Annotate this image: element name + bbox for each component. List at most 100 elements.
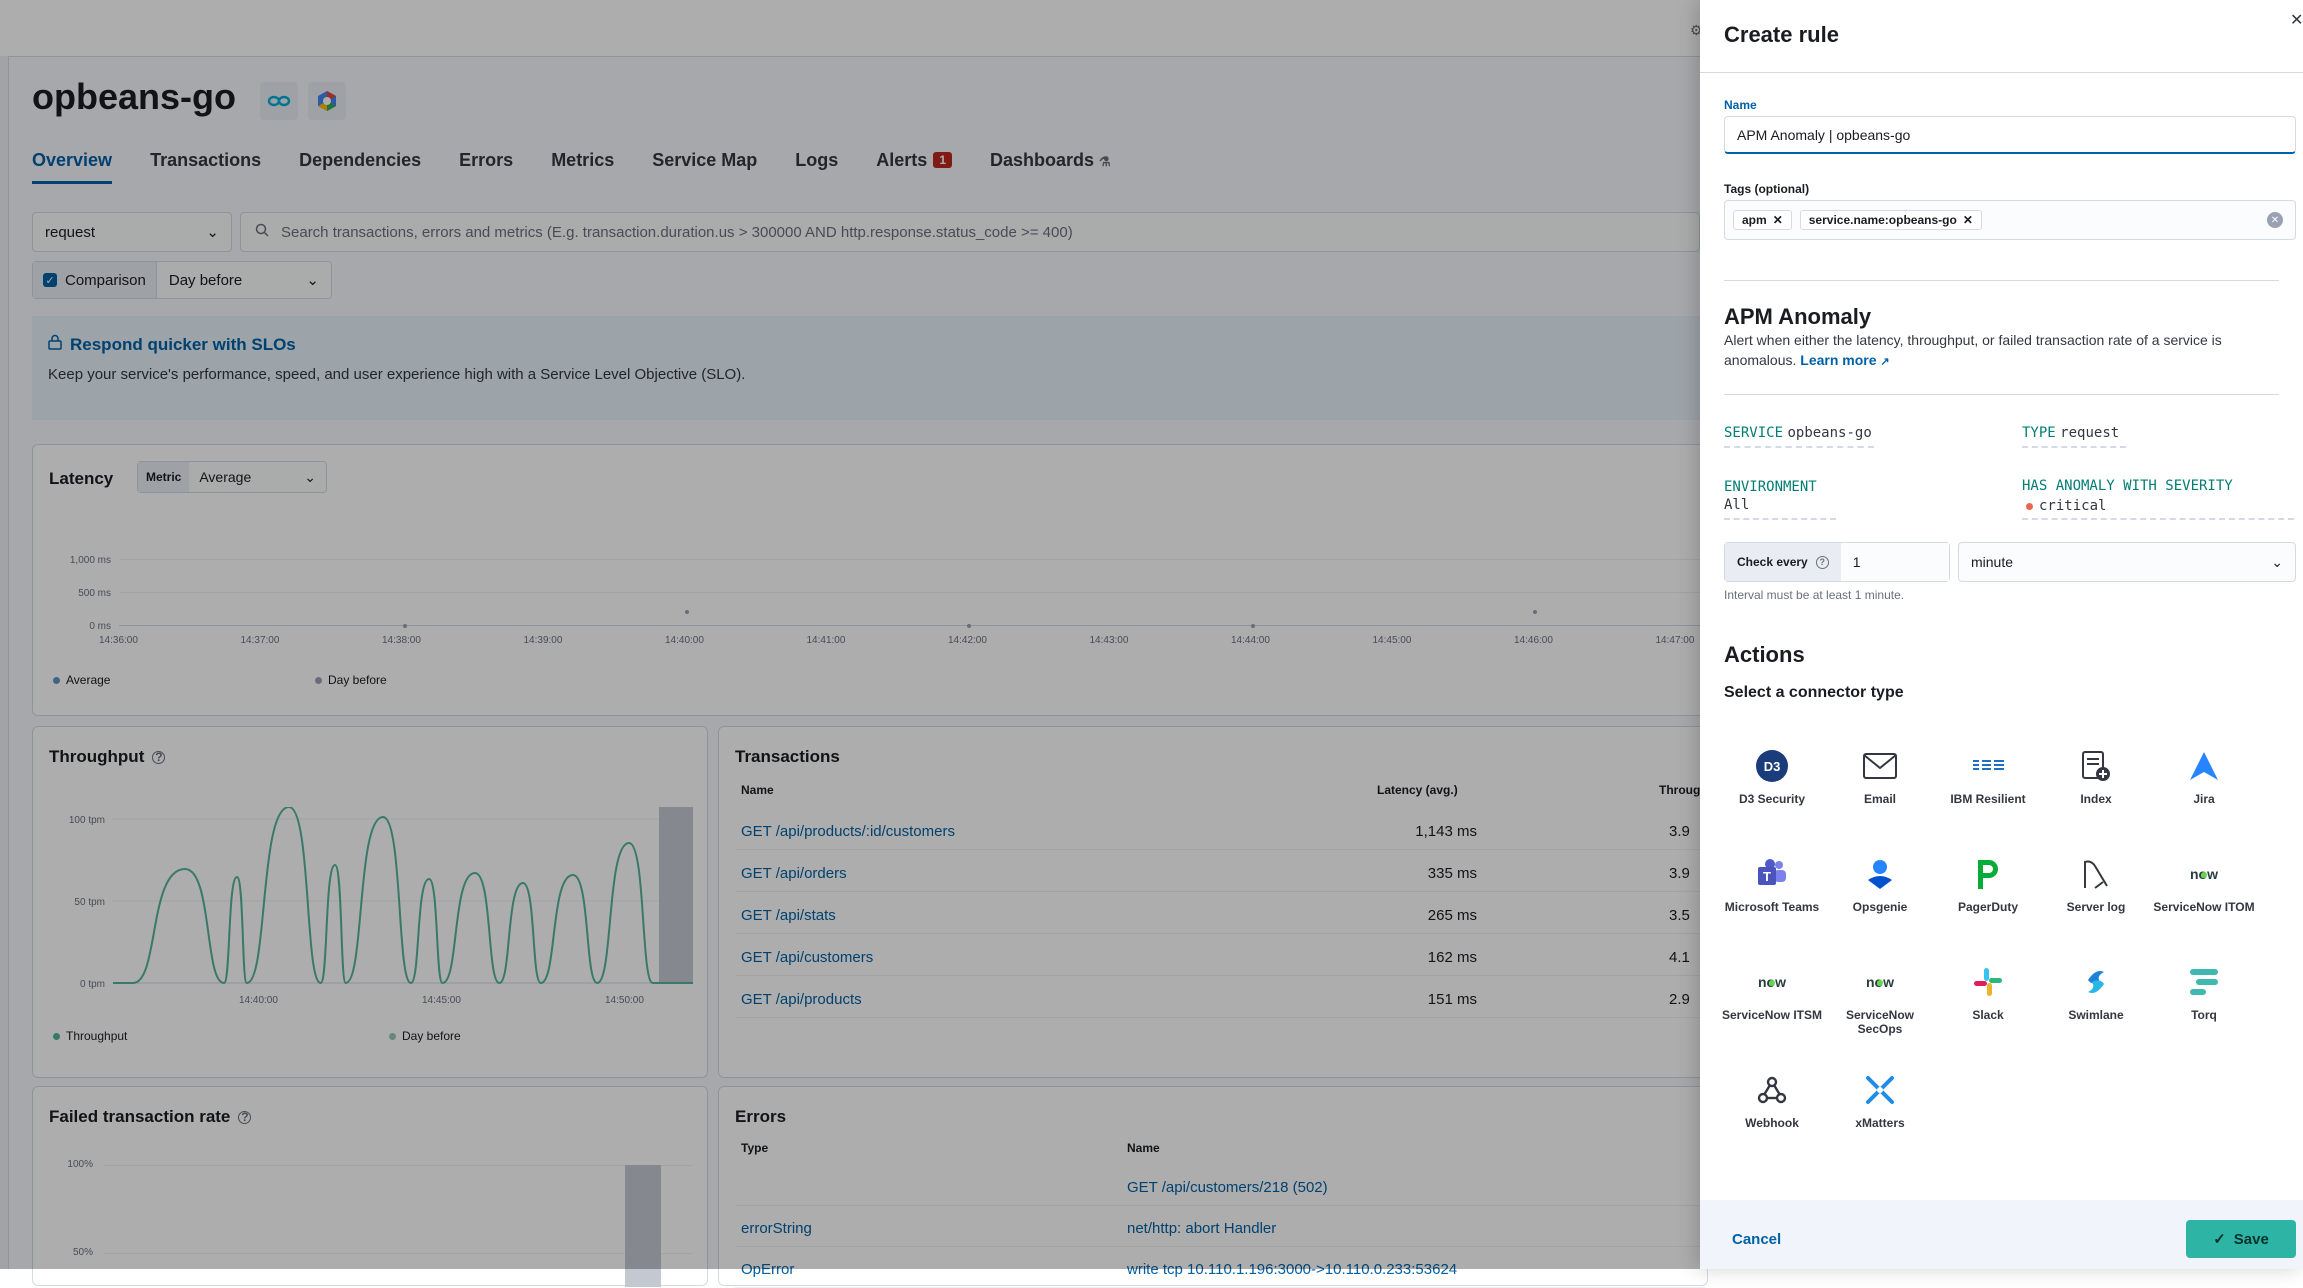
- connector-card[interactable]: Index: [2042, 748, 2150, 806]
- microsoft-teams-icon: T: [1754, 856, 1790, 892]
- rule-name-input[interactable]: APM Anomaly | opbeans-go: [1724, 116, 2296, 154]
- close-icon[interactable]: ✕: [1963, 213, 1973, 227]
- connector-label: ServiceNow ITSM: [1721, 1008, 1823, 1022]
- server-log-icon: [2078, 856, 2114, 892]
- connector-label: ServiceNow ITOM: [2153, 900, 2255, 914]
- tag-pill: service.name:opbeans-go ✕: [1799, 210, 1982, 230]
- check-unit-select[interactable]: minute ⌄: [1958, 542, 2296, 582]
- connector-card[interactable]: T Microsoft Teams: [1718, 856, 1826, 914]
- connector-card[interactable]: Opsgenie: [1826, 856, 1934, 914]
- connector-card[interactable]: now ServiceNow ITOM: [2150, 856, 2258, 914]
- opsgenie-icon: [1862, 856, 1898, 892]
- tag-pill: apm ✕: [1733, 210, 1792, 230]
- connector-label: IBM Resilient: [1950, 792, 2026, 806]
- svg-text:T: T: [1763, 869, 1771, 884]
- connector-label: Microsoft Teams: [1724, 900, 1820, 914]
- expr-key: SERVICE: [1724, 425, 1784, 441]
- question-icon[interactable]: ?: [1815, 555, 1829, 569]
- check-every-group: Check every ? 1: [1724, 542, 1950, 582]
- expr-key: TYPE: [2022, 425, 2056, 441]
- connector-label: Torq: [2191, 1008, 2217, 1022]
- expression-severity[interactable]: HAS ANOMALY WITH SEVERITY critical: [2022, 478, 2294, 520]
- learn-more-link[interactable]: Learn more ↗: [1800, 352, 1889, 368]
- connector-label: PagerDuty: [1957, 900, 2019, 914]
- cancel-button[interactable]: Cancel: [1732, 1231, 1781, 1248]
- connector-label: Index: [2080, 792, 2112, 806]
- connector-card[interactable]: Torq: [2150, 964, 2258, 1022]
- jira-icon: [2186, 748, 2222, 784]
- connector-label: Server log: [2066, 900, 2126, 914]
- create-rule-flyout: Create rule ✕ Name APM Anomaly | opbeans…: [1700, 0, 2303, 1269]
- expr-value: All: [1724, 497, 1750, 513]
- save-label: Save: [2233, 1230, 2269, 1248]
- expression-environment[interactable]: ENVIRONMENT All: [1724, 478, 1836, 520]
- expression-service[interactable]: SERVICE opbeans-go: [1724, 424, 1874, 448]
- check-icon: ✓: [2213, 1231, 2226, 1248]
- external-link-icon: ↗: [1880, 356, 1890, 368]
- expression-type[interactable]: TYPE request: [2022, 424, 2126, 448]
- learn-more-label: Learn more: [1800, 352, 1877, 368]
- connector-card[interactable]: Jira: [2150, 748, 2258, 806]
- rule-type-description: Alert when either the latency, throughpu…: [1724, 330, 2279, 372]
- tag-label: apm: [1742, 213, 1767, 227]
- connector-card[interactable]: now ServiceNow SecOps: [1826, 964, 1934, 1036]
- connector-subtitle: Select a connector type: [1724, 684, 1904, 701]
- slack-icon: [1970, 964, 2006, 1000]
- connector-card[interactable]: IBM Resilient: [1934, 748, 2042, 806]
- check-every-label: Check every: [1737, 555, 1808, 569]
- connector-card[interactable]: D3 D3 Security: [1718, 748, 1826, 806]
- check-unit-value: minute: [1971, 554, 2014, 570]
- connector-label: Opsgenie: [1852, 900, 1908, 914]
- connector-card[interactable]: now ServiceNow ITSM: [1718, 964, 1826, 1022]
- header-divider: [1700, 72, 2303, 73]
- pagerduty-icon: [1970, 856, 2006, 892]
- connector-card[interactable]: xMatters: [1826, 1072, 1934, 1130]
- save-button[interactable]: ✓ Save: [2186, 1220, 2296, 1258]
- connector-card[interactable]: Email: [1826, 748, 1934, 806]
- d3-security-icon: D3: [1754, 748, 1790, 784]
- tags-label: Tags (optional): [1724, 182, 1810, 196]
- severity-dot-icon: [2026, 502, 2033, 510]
- tags-combobox[interactable]: apm ✕ service.name:opbeans-go ✕ ✕: [1724, 200, 2296, 240]
- flyout-title: Create rule: [1724, 22, 1839, 47]
- clear-all-icon[interactable]: ✕: [2267, 212, 2283, 228]
- rule-desc-text: Alert when either the latency, throughpu…: [1724, 332, 2222, 368]
- connector-label: Webhook: [1745, 1116, 1799, 1130]
- chevron-down-icon: ⌄: [2271, 553, 2283, 570]
- name-label: Name: [1724, 98, 1757, 112]
- xmatters-icon: [1862, 1072, 1898, 1108]
- check-every-input[interactable]: 1: [1840, 543, 1949, 581]
- servicenow-itsm-icon: now: [1754, 964, 1790, 1000]
- connector-label: Jira: [2193, 792, 2215, 806]
- connector-label: Swimlane: [2068, 1008, 2124, 1022]
- divider: [1724, 394, 2279, 395]
- close-icon[interactable]: ✕: [1773, 213, 1783, 227]
- expr-value: opbeans-go: [1787, 425, 1872, 441]
- connector-card[interactable]: Server log: [2042, 856, 2150, 914]
- connector-label: xMatters: [1855, 1116, 1905, 1130]
- servicenow-itom-icon: now: [2186, 856, 2222, 892]
- torq-icon: [2186, 964, 2222, 1000]
- connector-label: Email: [1863, 792, 1896, 806]
- tag-label: service.name:opbeans-go: [1808, 213, 1957, 227]
- rule-type-title: APM Anomaly: [1724, 304, 1872, 329]
- connector-card[interactable]: PagerDuty: [1934, 856, 2042, 914]
- expr-key: HAS ANOMALY WITH SEVERITY: [2022, 478, 2233, 494]
- webhook-icon: [1754, 1072, 1790, 1108]
- connector-card[interactable]: Swimlane: [2042, 964, 2150, 1022]
- connector-card[interactable]: Slack: [1934, 964, 2042, 1022]
- check-every-prepend: Check every ?: [1725, 543, 1841, 581]
- modal-overlay[interactable]: [0, 0, 1700, 1269]
- expr-value: critical: [2039, 498, 2107, 514]
- svg-text:D3: D3: [1764, 759, 1781, 774]
- connector-label: ServiceNow SecOps: [1845, 1008, 1915, 1036]
- email-icon: [1862, 748, 1898, 784]
- expr-value: request: [2060, 425, 2120, 441]
- connector-card[interactable]: Webhook: [1718, 1072, 1826, 1130]
- servicenow-secops-icon: now: [1862, 964, 1898, 1000]
- swimlane-icon: [2078, 964, 2114, 1000]
- index-icon: [2078, 748, 2114, 784]
- close-icon[interactable]: ✕: [2290, 10, 2303, 30]
- interval-help-text: Interval must be at least 1 minute.: [1724, 588, 1905, 602]
- expr-key: ENVIRONMENT: [1724, 479, 1817, 495]
